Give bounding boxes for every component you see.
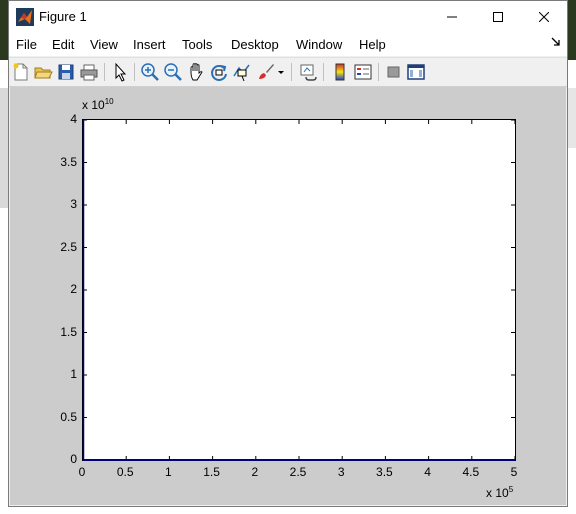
zoom-out-icon[interactable] [163, 62, 183, 82]
y-tick-label: 0 [70, 452, 77, 466]
zoom-in-icon[interactable] [140, 62, 160, 82]
y-tick-label: 1.5 [60, 324, 77, 339]
window-title: Figure 1 [39, 9, 87, 24]
y-tick-label: 2.5 [60, 239, 77, 254]
figure-canvas[interactable]: 0 0.5 1 1.5 2 2.5 3 3.5 4 4.5 5 0 0.5 1 1.5 2 2.5 3 3.5 4 … [10, 87, 566, 505]
edit-plot-icon[interactable] [110, 62, 130, 82]
y-tick-label: 0.5 [60, 409, 77, 424]
x-tick-label: 1.5 [203, 465, 220, 479]
toolbar-separator [134, 63, 135, 81]
pan-icon[interactable] [186, 62, 206, 82]
toolbar-separator [104, 63, 105, 81]
y-axis-exponent: x 1010 [82, 97, 114, 112]
menu-file[interactable]: File [16, 37, 37, 52]
y-tick-label: 3.5 [60, 154, 77, 169]
x-tick-label: 0 [78, 465, 86, 479]
y-tick-label: 3 [70, 197, 77, 211]
brush-icon[interactable] [256, 62, 276, 82]
x-tick-label: 4.5 [462, 465, 480, 479]
save-icon[interactable] [56, 62, 76, 82]
dock-arrow-icon[interactable] [551, 36, 561, 48]
maximize-button[interactable] [475, 1, 521, 32]
x-tick-label: 0.5 [116, 465, 134, 479]
toolbar-separator [291, 63, 292, 81]
x-tick-label: 5 [510, 465, 518, 479]
x-tick-label: 2.5 [289, 465, 307, 479]
insert-colorbar-icon[interactable] [330, 62, 350, 82]
x-tick-label: 3 [337, 465, 345, 479]
menu-help[interactable]: Help [359, 37, 386, 52]
menu-desktop[interactable]: Desktop [231, 37, 279, 52]
menu-insert[interactable]: Insert [133, 37, 166, 52]
toolbar-separator [323, 63, 324, 81]
menu-window[interactable]: Window [296, 37, 342, 52]
desktop-background-left [0, 0, 8, 60]
toolbar-separator [378, 63, 379, 81]
minimize-button[interactable] [429, 1, 475, 32]
data-cursor-icon[interactable] [232, 62, 252, 82]
matlab-logo-icon [16, 8, 34, 26]
title-bar[interactable]: Figure 1 [9, 1, 567, 32]
print-icon[interactable] [79, 62, 99, 82]
x-tick-label: 2 [251, 465, 259, 479]
close-button[interactable] [521, 1, 567, 32]
minimize-icon [447, 16, 457, 17]
maximize-icon [493, 11, 503, 22]
rotate-3d-icon[interactable] [209, 62, 229, 82]
insert-legend-icon[interactable] [353, 62, 373, 82]
hide-plot-tools-icon[interactable] [384, 62, 404, 82]
x-tick-label: 3.5 [376, 465, 393, 479]
show-plot-tools-icon[interactable] [406, 62, 426, 82]
menu-view[interactable]: View [90, 37, 118, 52]
plot-svg [82, 119, 516, 461]
y-tick-label: 2 [70, 282, 77, 296]
new-figure-icon[interactable] [11, 62, 31, 82]
close-icon [539, 11, 549, 22]
dropdown-arrow-icon[interactable] [276, 62, 286, 82]
plot-axes[interactable] [82, 119, 516, 461]
link-plot-icon[interactable] [298, 62, 318, 82]
menu-tools[interactable]: Tools [182, 37, 212, 52]
x-axis-exponent: x 105 [486, 485, 514, 500]
x-tick-label: 4 [424, 465, 431, 479]
figure-window: Figure 1 File Edit View Insert Tools Des… [8, 0, 568, 507]
desktop-background-window-left [0, 88, 8, 208]
x-tick-label: 1 [165, 465, 172, 479]
open-file-icon[interactable] [33, 62, 53, 82]
y-tick-label: 1 [70, 367, 77, 381]
menu-edit[interactable]: Edit [52, 37, 74, 52]
figure-toolbar [9, 57, 567, 87]
menu-bar: File Edit View Insert Tools Desktop Wind… [9, 32, 567, 56]
y-tick-label: 4 [70, 112, 77, 126]
